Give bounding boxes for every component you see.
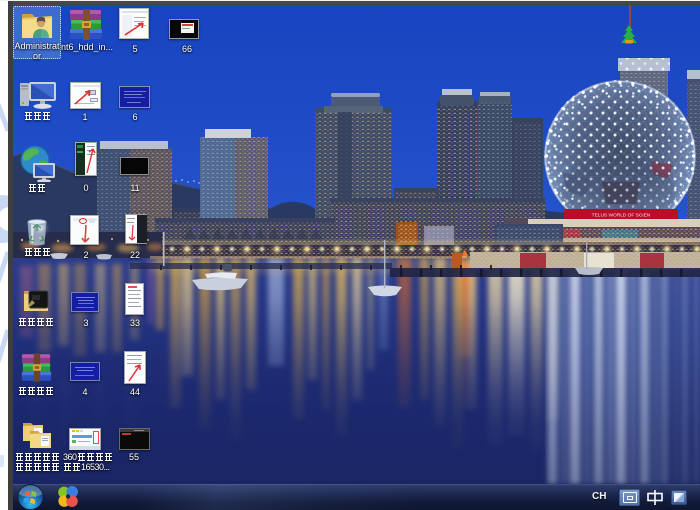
svg-text:TELUS WORLD OF SCIEN: TELUS WORLD OF SCIEN — [592, 213, 651, 219]
